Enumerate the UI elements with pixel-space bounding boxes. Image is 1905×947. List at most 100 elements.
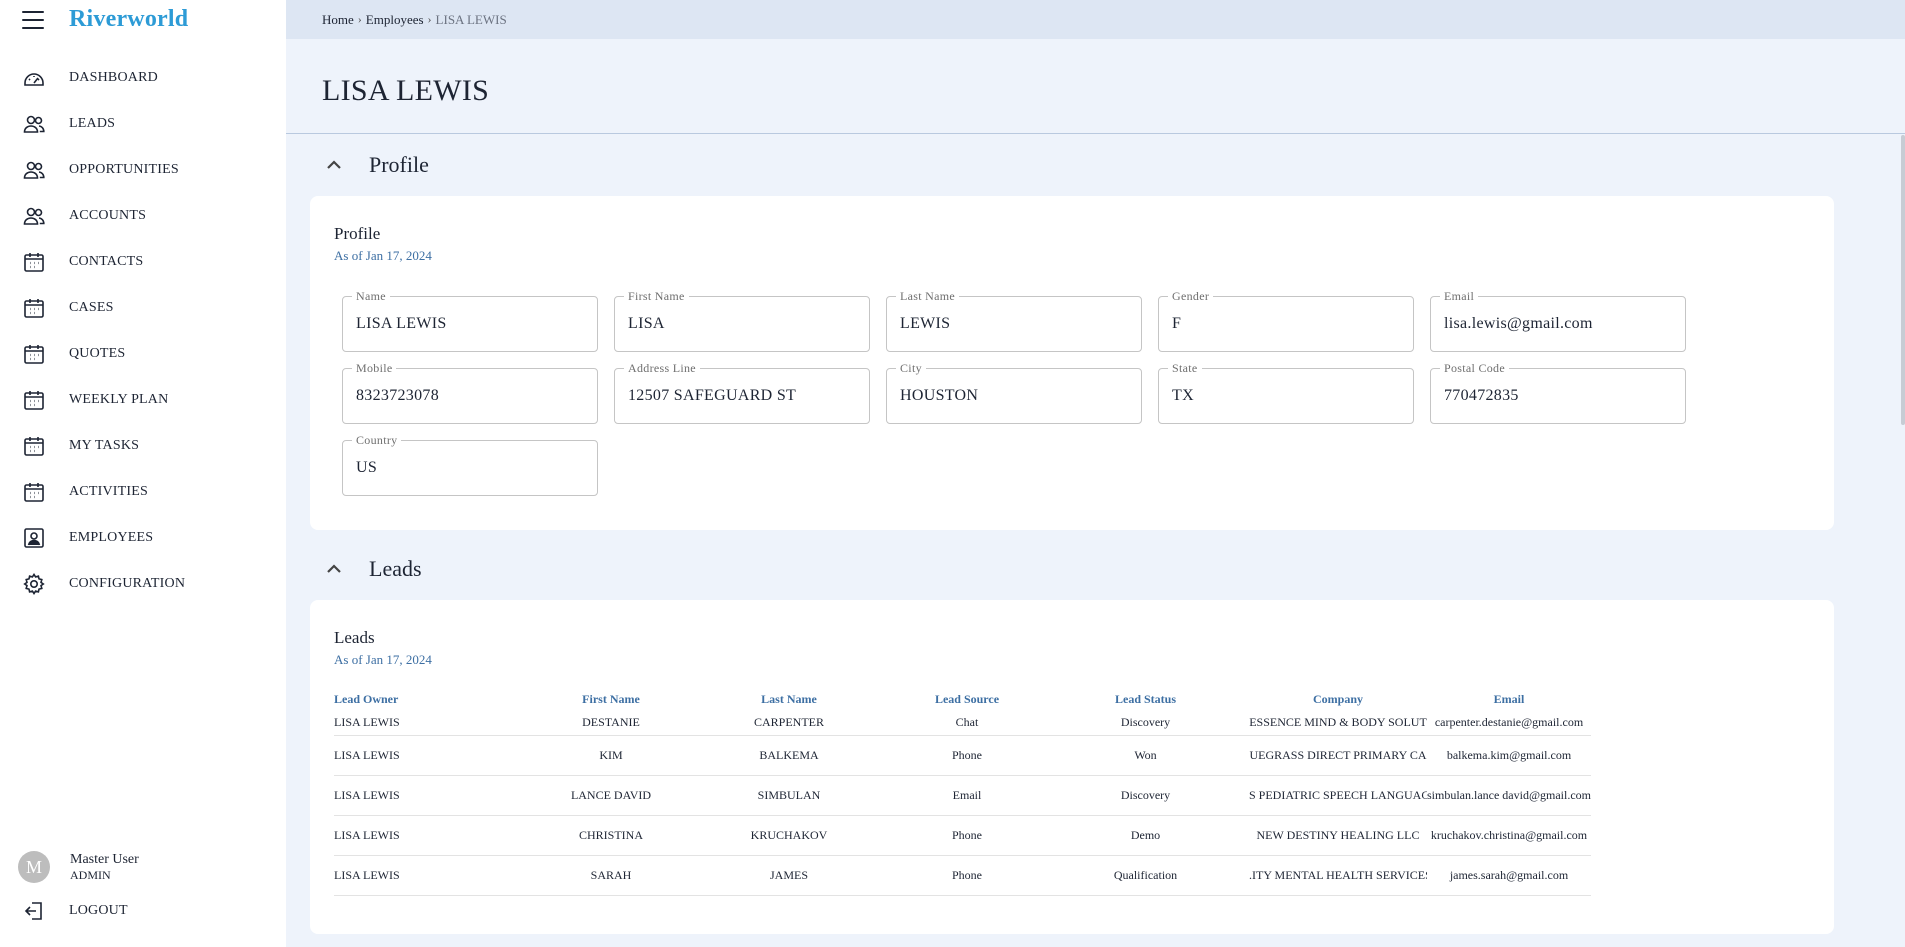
profile-section-header[interactable]: Profile: [286, 134, 1905, 196]
gear-icon: [22, 572, 46, 596]
table-cell: LANCE DAVID: [570, 788, 652, 802]
sidebar-item-employees[interactable]: EMPLOYEES: [0, 515, 286, 561]
sidebar-item-label: LEADS: [69, 116, 116, 131]
sidebar-item-quotes[interactable]: QUOTES: [0, 331, 286, 377]
table-cell: simbulan.lance david@gmail.com: [1427, 788, 1591, 802]
brand-logo[interactable]: Riverworld: [69, 6, 188, 33]
sidebar-header: Riverworld: [0, 0, 286, 39]
page-header: LISA LEWIS: [286, 39, 1905, 134]
calendar-icon: [22, 388, 46, 412]
sidebar-item-label: QUOTES: [69, 346, 126, 361]
column-header[interactable]: Last Name: [686, 692, 892, 707]
field-label: Country: [352, 433, 402, 447]
page-title: LISA LEWIS: [322, 74, 490, 107]
field-value: lisa.lewis@gmail.com: [1444, 315, 1593, 332]
sidebar-item-activities[interactable]: ACTIVITIES: [0, 469, 286, 515]
field-label: First Name: [624, 289, 689, 303]
menu-icon[interactable]: [22, 10, 44, 29]
table-cell: LISA LEWIS: [334, 868, 400, 882]
table-cell: balkema.kim@gmail.com: [1446, 748, 1572, 762]
user-role: ADMIN: [70, 868, 111, 882]
profile-card-title: Profile: [334, 224, 381, 243]
profile-section-title: Profile: [369, 152, 429, 177]
table-cell: kruchakov.christina@gmail.com: [1430, 828, 1588, 842]
sidebar-item-accounts[interactable]: ACCOUNTS: [0, 193, 286, 239]
table-cell: KRUCHAKOV: [750, 828, 828, 842]
column-header[interactable]: Email: [1427, 692, 1591, 707]
sidebar-item-weekly-plan[interactable]: WEEKLY PLAN: [0, 377, 286, 423]
table-cell: S PEDIATRIC SPEECH LANGUAG: [1249, 788, 1427, 802]
table-cell: Won: [1134, 748, 1157, 762]
table-header: Lead Owner First Name Last Name Lead Sou…: [334, 688, 1591, 710]
sidebar-item-label: OPPORTUNITIES: [69, 162, 179, 177]
first-name-field[interactable]: First Name LISA: [614, 289, 870, 352]
field-label: Email: [1440, 289, 1479, 303]
field-value: TX: [1172, 387, 1194, 404]
table-row[interactable]: LISA LEWIS CHRISTINA KRUCHAKOV Phone Dem…: [334, 816, 1591, 856]
table-cell: SARAH: [590, 868, 632, 882]
sidebar-nav: DASHBOARD LEADS OPPORTUNITIES ACCOUNTS C…: [0, 55, 286, 607]
state-field[interactable]: State TX: [1158, 361, 1414, 424]
logout-button[interactable]: LOGOUT: [0, 888, 286, 934]
gender-field[interactable]: Gender F: [1158, 289, 1414, 352]
breadcrumb-employees[interactable]: Employees: [366, 12, 424, 28]
name-field[interactable]: Name LISA LEWIS: [342, 289, 598, 352]
table-row[interactable]: LISA LEWIS LANCE DAVID SIMBULAN Email Di…: [334, 776, 1591, 816]
table-cell: BALKEMA: [759, 748, 819, 762]
address-line-field[interactable]: Address Line 12507 SAFEGUARD ST: [614, 361, 870, 424]
field-value: LISA LEWIS: [356, 315, 447, 332]
field-label: State: [1168, 361, 1202, 375]
table-cell: LISA LEWIS: [334, 715, 400, 729]
sidebar-item-cases[interactable]: CASES: [0, 285, 286, 331]
leads-section-header[interactable]: Leads: [286, 538, 1905, 600]
field-label: Mobile: [352, 361, 397, 375]
table-cell: Qualification: [1113, 868, 1178, 882]
table-row[interactable]: LISA LEWIS KIM BALKEMA Phone Won UEGRASS…: [334, 736, 1591, 776]
table-row[interactable]: LISA LEWIS SARAH JAMES Phone Qualificati…: [334, 856, 1591, 896]
column-header[interactable]: Lead Source: [892, 692, 1042, 707]
leads-card: Leads As of Jan 17, 2024 Lead Owner Firs…: [310, 600, 1834, 934]
people-icon: [22, 158, 46, 182]
table-cell: LISA LEWIS: [334, 828, 400, 842]
mobile-field[interactable]: Mobile 8323723078: [342, 361, 598, 424]
country-field[interactable]: Country US: [342, 433, 598, 496]
table-cell: Phone: [952, 828, 982, 842]
column-header[interactable]: Lead Status: [1042, 692, 1249, 707]
table-cell: JAMES: [769, 868, 808, 882]
table-cell: KIM: [599, 748, 623, 762]
last-name-field[interactable]: Last Name LEWIS: [886, 289, 1142, 352]
breadcrumb: Home › Employees › LISA LEWIS: [286, 0, 1905, 39]
chevron-up-icon[interactable]: [324, 559, 344, 579]
table-row[interactable]: LISA LEWIS DESTANIE CARPENTER Chat Disco…: [334, 710, 1591, 736]
field-label: City: [896, 361, 926, 375]
breadcrumb-home[interactable]: Home: [322, 12, 354, 28]
sidebar-item-leads[interactable]: LEADS: [0, 101, 286, 147]
sidebar-item-dashboard[interactable]: DASHBOARD: [0, 55, 286, 101]
sidebar-item-opportunities[interactable]: OPPORTUNITIES: [0, 147, 286, 193]
chevron-up-icon[interactable]: [324, 155, 344, 175]
sidebar-item-configuration[interactable]: CONFIGURATION: [0, 561, 286, 607]
user-name: Master User: [70, 852, 139, 867]
people-icon: [22, 204, 46, 228]
calendar-icon: [22, 480, 46, 504]
field-label: Last Name: [896, 289, 960, 303]
table-cell: UEGRASS DIRECT PRIMARY CA: [1249, 748, 1427, 762]
email-field[interactable]: Email lisa.lewis@gmail.com: [1430, 289, 1686, 352]
field-value: 770472835: [1444, 387, 1519, 404]
scrollbar[interactable]: [1901, 135, 1905, 425]
field-label: Gender: [1168, 289, 1214, 303]
city-field[interactable]: City HOUSTON: [886, 361, 1142, 424]
leads-table: Lead Owner First Name Last Name Lead Sou…: [334, 688, 1591, 896]
sidebar-item-label: ACTIVITIES: [69, 484, 148, 499]
field-value: 8323723078: [356, 387, 439, 404]
user-profile[interactable]: M Master User ADMIN: [18, 851, 139, 883]
column-header[interactable]: First Name: [536, 692, 686, 707]
sidebar-item-my-tasks[interactable]: MY TASKS: [0, 423, 286, 469]
field-value: 12507 SAFEGUARD ST: [628, 387, 797, 404]
postal-code-field[interactable]: Postal Code 770472835: [1430, 361, 1686, 424]
column-header[interactable]: Lead Owner: [334, 692, 536, 707]
sidebar-item-label: WEEKLY PLAN: [69, 392, 169, 407]
calendar-icon: [22, 250, 46, 274]
sidebar-item-contacts[interactable]: CONTACTS: [0, 239, 286, 285]
column-header[interactable]: Company: [1249, 692, 1427, 707]
